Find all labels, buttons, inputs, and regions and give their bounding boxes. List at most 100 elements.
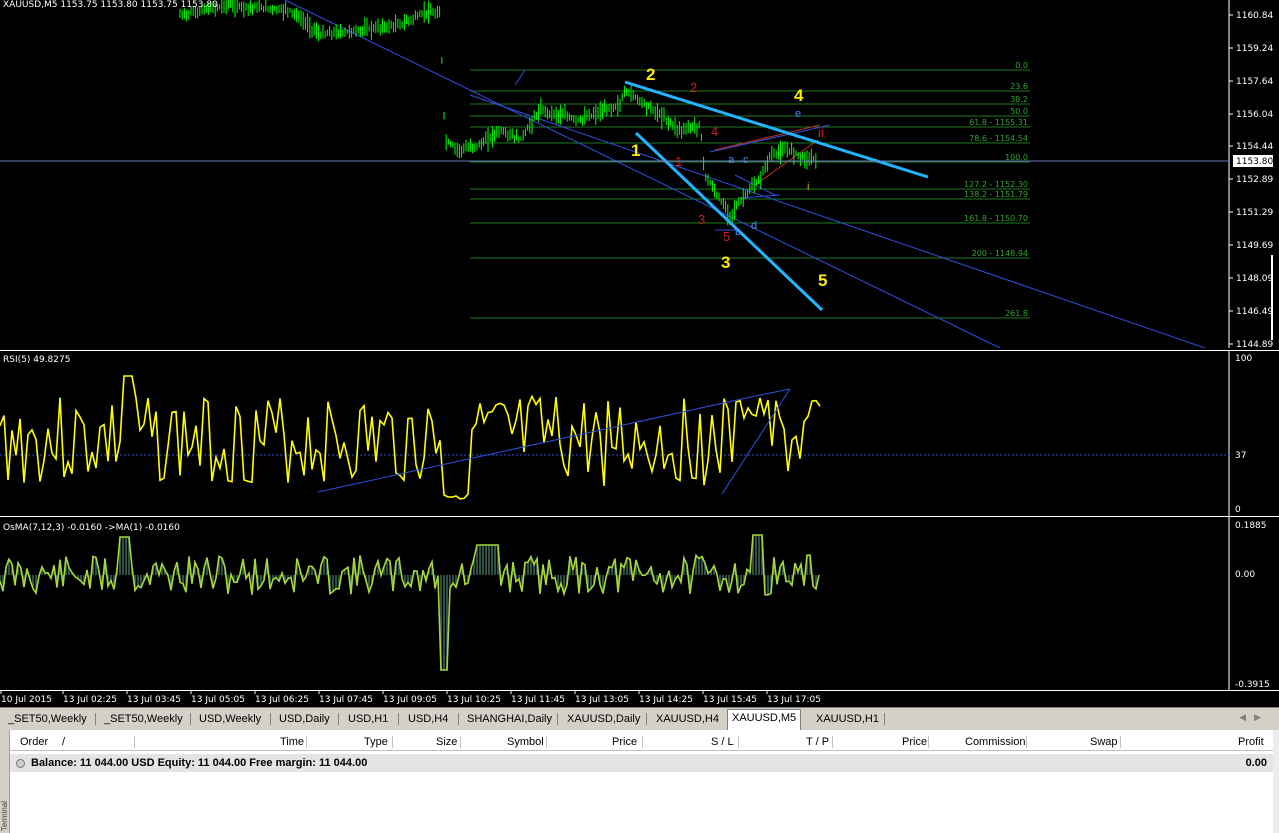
- fib-level-label: 261.8: [1005, 309, 1028, 318]
- rsi-axis-mid: 37: [1235, 451, 1246, 461]
- balance-text: Balance: 11 044.00 USD Equity: 11 044.00…: [31, 757, 368, 769]
- tab-usd-h4[interactable]: USD,H4: [404, 711, 452, 728]
- osma-pane[interactable]: OsMA(7,12,3) -0.0160 ->MA(1) -0.0160 0.1…: [0, 516, 1279, 691]
- wave-label-sub: d: [751, 220, 757, 232]
- chart-tabs: _SET50,Weekly _SET50,Weekly USD,Weekly U…: [0, 707, 1279, 730]
- col-swap[interactable]: Swap: [1090, 736, 1118, 748]
- wave-label-minor: 3: [698, 212, 705, 227]
- price-axis-label: 1156.04: [1236, 110, 1273, 120]
- price-axis-label: 1148.09: [1236, 274, 1273, 284]
- terminal-table-header: Order / Time Type Size Symbol Price S / …: [10, 734, 1273, 751]
- price-chart[interactable]: 1160.84 1159.24 1157.64 1156.04 1154.44 1152.…: [0, 0, 1279, 348]
- tab-set50-weekly-1[interactable]: _SET50,Weekly: [4, 711, 91, 728]
- fib-level-label: 50.0: [1010, 107, 1028, 116]
- price-chart-svg[interactable]: 1160.84 1159.24 1157.64 1156.04 1154.44 1152.…: [0, 0, 1279, 348]
- tab-usd-daily[interactable]: USD,Daily: [275, 711, 334, 728]
- price-axis-label: 1144.89: [1236, 340, 1273, 348]
- terminal-side-label: Terminal: [0, 800, 9, 831]
- osma-svg[interactable]: OsMA(7,12,3) -0.0160 ->MA(1) -0.0160 0.1…: [0, 517, 1279, 691]
- tab-usd-h1[interactable]: USD,H1: [344, 711, 392, 728]
- col-sl[interactable]: S / L: [711, 736, 734, 748]
- col-commission[interactable]: Commission: [965, 736, 1026, 748]
- wave-label-major: 4: [794, 86, 804, 105]
- current-price-label: 1153.80: [1236, 157, 1273, 167]
- balance-icon: [16, 759, 25, 768]
- time-axis-label: 13 Jul 05:05: [191, 695, 245, 705]
- price-axis-label: 1154.44: [1236, 142, 1273, 152]
- fib-level-label: 127.2 - 1152.30: [964, 180, 1028, 189]
- wave-label-minor: 4: [711, 124, 718, 139]
- fib-level-label: 161.8 - 1150.70: [964, 214, 1028, 223]
- wave-label-major: 5: [818, 271, 827, 290]
- price-axis-label: 1151.29: [1236, 208, 1273, 218]
- col-profit[interactable]: Profit: [1238, 736, 1264, 748]
- tab-xauusd-m5[interactable]: XAUUSD,M5: [727, 709, 802, 730]
- tab-shanghai-daily[interactable]: SHANGHAI,Daily: [463, 711, 556, 728]
- col-time[interactable]: Time: [280, 736, 304, 748]
- tab-scroll-right-icon[interactable]: ▶: [1254, 712, 1269, 722]
- fib-level-label: 23.6: [1010, 82, 1028, 91]
- time-axis-label: 13 Jul 17:05: [767, 695, 821, 705]
- col-price[interactable]: Price: [612, 736, 637, 748]
- fib-level-label: 0.0: [1015, 61, 1028, 70]
- time-axis-label: 13 Jul 14:25: [639, 695, 693, 705]
- col-symbol[interactable]: Symbol: [507, 736, 544, 748]
- time-axis-label: 10 Jul 2015: [1, 695, 52, 705]
- wave-label-minor: 5: [723, 229, 730, 244]
- balance-profit: 0.00: [1245, 757, 1267, 769]
- wave-label-major: 1: [631, 141, 640, 160]
- col-type[interactable]: Type: [364, 736, 388, 748]
- time-axis-label: 13 Jul 15:45: [703, 695, 757, 705]
- time-axis-label: 13 Jul 07:45: [319, 695, 373, 705]
- balance-row[interactable]: Balance: 11 044.00 USD Equity: 11 044.00…: [10, 754, 1273, 772]
- fib-level-label: 200 - 1148.94: [972, 249, 1028, 258]
- rsi-axis-top: 100: [1235, 354, 1252, 364]
- time-axis-label: 13 Jul 03:45: [127, 695, 181, 705]
- tab-xauusd-h1[interactable]: XAUUSD,H1: [812, 711, 883, 728]
- col-order[interactable]: Order: [20, 736, 48, 748]
- rsi-header: RSI(5) 49.8275: [3, 355, 70, 365]
- fib-level-label: 61.8 - 1155.31: [969, 118, 1028, 127]
- price-axis-label: 1160.84: [1236, 11, 1273, 21]
- wave-label-i: i: [807, 181, 809, 193]
- col-order-sort[interactable]: /: [62, 736, 65, 748]
- fib-level-label: 78.6 - 1154.54: [969, 134, 1028, 143]
- price-axis-label: 1149.69: [1236, 241, 1273, 251]
- tab-usd-weekly[interactable]: USD,Weekly: [195, 711, 265, 728]
- osma-axis-mid: 0.00: [1235, 570, 1255, 580]
- wave-label-sub: e: [795, 108, 801, 120]
- price-axis-label: 1146.49: [1236, 307, 1273, 317]
- price-axis-label: 1159.24: [1236, 44, 1273, 54]
- time-axis-label: 13 Jul 02:25: [63, 695, 117, 705]
- tab-xauusd-daily[interactable]: XAUUSD,Daily: [563, 711, 644, 728]
- time-axis-label: 13 Jul 10:25: [447, 695, 501, 705]
- rsi-svg[interactable]: RSI(5) 49.8275 100 37 0: [0, 351, 1279, 516]
- tab-xauusd-h4[interactable]: XAUUSD,H4: [652, 711, 723, 728]
- price-axis-label: 1152.89: [1236, 175, 1273, 185]
- wave-label-sub: b: [735, 226, 741, 238]
- rsi-axis-bottom: 0: [1235, 505, 1241, 515]
- tab-scroll-left-icon[interactable]: ◀: [1239, 712, 1254, 722]
- fib-level-label: 138.2 - 1151.79: [964, 190, 1028, 199]
- rsi-pane[interactable]: RSI(5) 49.8275 100 37 0: [0, 350, 1279, 516]
- wave-label-sub: a: [728, 154, 735, 166]
- osma-axis-bottom: -0.3915: [1235, 680, 1270, 690]
- chart-header: XAUUSD,M5 1153.75 1153.80 1153.75 1153.8…: [3, 0, 218, 10]
- wave-label-major: 3: [721, 253, 730, 272]
- osma-axis-top: 0.1885: [1235, 521, 1267, 531]
- col-size[interactable]: Size: [436, 736, 457, 748]
- tab-scroll-arrows[interactable]: ◀▶: [1239, 712, 1269, 723]
- wave-label-major: 2: [646, 65, 655, 84]
- time-axis-label: 13 Jul 13:05: [575, 695, 629, 705]
- tab-set50-weekly-2[interactable]: _SET50,Weekly: [100, 711, 187, 728]
- time-axis: 10 Jul 2015 13 Jul 02:25 13 Jul 03:45 13 Ju…: [0, 690, 1279, 708]
- wave-label-minor: ii: [818, 125, 824, 140]
- col-price-2[interactable]: Price: [902, 736, 927, 748]
- time-axis-label: 13 Jul 11:45: [511, 695, 565, 705]
- wave-label-minor: 2: [690, 80, 697, 95]
- col-tp[interactable]: T / P: [806, 736, 829, 748]
- time-axis-label: 13 Jul 06:25: [255, 695, 309, 705]
- terminal-side-strip[interactable]: Terminal: [0, 730, 10, 833]
- terminal-scrollbar[interactable]: [1273, 730, 1279, 833]
- price-axis-label: 1157.64: [1236, 77, 1273, 87]
